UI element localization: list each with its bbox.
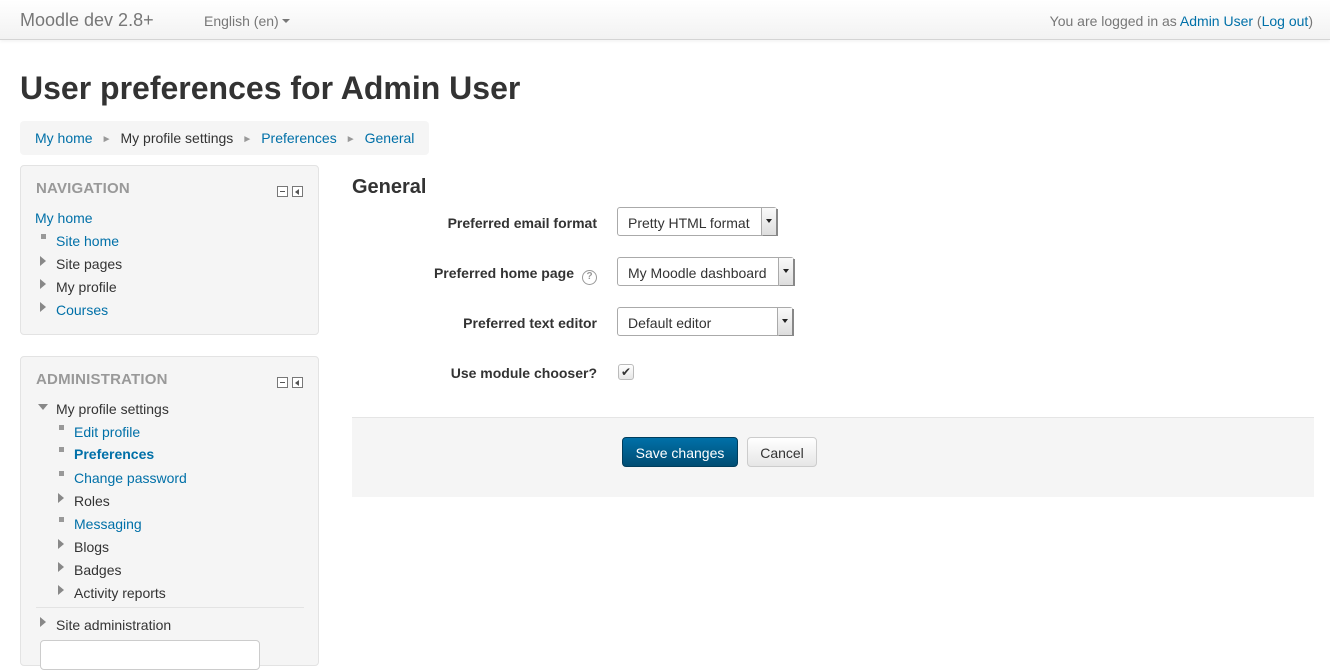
- expand-arrow-icon[interactable]: [58, 562, 64, 572]
- block-controls: [273, 375, 303, 391]
- home-page-select[interactable]: My Moodle dashboard: [617, 257, 794, 286]
- admin-my-profile-settings[interactable]: My profile settings: [56, 401, 169, 417]
- nav-courses[interactable]: Courses: [56, 302, 108, 318]
- bullet-icon: [59, 471, 64, 476]
- module-chooser-label: Use module chooser?: [450, 365, 597, 381]
- language-menu[interactable]: English (en): [204, 13, 290, 29]
- save-changes-button[interactable]: Save changes: [622, 437, 738, 467]
- nav-my-profile[interactable]: My profile: [56, 279, 117, 295]
- logout-open-paren: (: [1253, 13, 1262, 29]
- login-info: You are logged in as Admin User (Log out…: [1050, 13, 1313, 29]
- admin-messaging[interactable]: Messaging: [74, 516, 142, 532]
- expand-arrow-icon[interactable]: [58, 585, 64, 595]
- breadcrumb-separator: ►: [101, 134, 112, 145]
- admin-badges[interactable]: Badges: [74, 562, 121, 578]
- expand-arrow-icon[interactable]: [40, 302, 46, 312]
- home-page-label-row: Preferred home page?: [434, 265, 597, 285]
- dropdown-arrow-icon: [777, 308, 792, 335]
- expand-arrow-icon[interactable]: [58, 493, 64, 503]
- login-prefix: You are logged in as: [1049, 13, 1180, 29]
- dock-block-icon[interactable]: [292, 186, 303, 197]
- admin-preferences[interactable]: Preferences: [74, 446, 154, 462]
- breadcrumb-separator: ►: [242, 134, 253, 145]
- bullet-icon: [59, 517, 64, 522]
- admin-blogs[interactable]: Blogs: [74, 539, 109, 555]
- breadcrumb-my-home[interactable]: My home: [35, 130, 93, 146]
- expand-arrow-icon[interactable]: [40, 279, 46, 289]
- top-navbar: Moodle dev 2.8+ English (en) You are log…: [0, 0, 1330, 40]
- home-page-label: Preferred home page: [433, 265, 574, 281]
- breadcrumb-general[interactable]: General: [365, 130, 415, 146]
- nav-site-pages[interactable]: Site pages: [56, 256, 122, 272]
- collapse-arrow-icon[interactable]: [38, 404, 48, 410]
- email-format-value: Pretty HTML format: [628, 215, 750, 231]
- tree-divider: [36, 607, 304, 608]
- collapse-block-icon[interactable]: [277, 186, 288, 197]
- module-chooser-checkbox[interactable]: ✔: [618, 364, 634, 380]
- text-editor-value: Default editor: [628, 315, 712, 331]
- block-controls: [273, 184, 303, 200]
- dock-block-icon[interactable]: [292, 377, 303, 388]
- collapse-block-icon[interactable]: [277, 377, 288, 388]
- bullet-icon: [59, 425, 64, 430]
- admin-change-password[interactable]: Change password: [74, 470, 187, 486]
- logout-close-paren: ): [1308, 13, 1313, 29]
- admin-site-administration[interactable]: Site administration: [56, 617, 171, 633]
- bullet-icon: [59, 447, 64, 452]
- admin-roles[interactable]: Roles: [74, 493, 110, 509]
- expand-arrow-icon[interactable]: [40, 256, 46, 266]
- admin-edit-profile[interactable]: Edit profile: [74, 424, 140, 440]
- home-page-value: My Moodle dashboard: [628, 265, 767, 281]
- cancel-button[interactable]: Cancel: [747, 437, 817, 467]
- nav-my-home[interactable]: My home: [35, 210, 93, 226]
- navigation-block: NAVIGATION My home Site home Site pages …: [20, 165, 319, 335]
- site-brand[interactable]: Moodle dev 2.8+: [20, 10, 154, 31]
- admin-activity-reports[interactable]: Activity reports: [74, 585, 166, 601]
- nav-site-home[interactable]: Site home: [56, 233, 119, 249]
- email-format-select[interactable]: Pretty HTML format: [617, 207, 777, 236]
- dropdown-arrow-icon: [778, 258, 793, 285]
- breadcrumb-preferences[interactable]: Preferences: [261, 130, 336, 146]
- text-editor-select[interactable]: Default editor: [617, 307, 793, 336]
- email-format-label: Preferred email format: [447, 215, 597, 231]
- navigation-block-title: NAVIGATION: [36, 180, 130, 197]
- page-title: User preferences for Admin User: [20, 70, 521, 106]
- administration-block: ADMINISTRATION My profile settings Edit …: [20, 356, 319, 670]
- language-label: English (en): [204, 13, 279, 29]
- chevron-down-icon: [281, 18, 290, 23]
- help-icon[interactable]: ?: [582, 270, 597, 285]
- admin-search-input[interactable]: [40, 640, 260, 670]
- expand-arrow-icon[interactable]: [40, 617, 46, 627]
- expand-arrow-icon[interactable]: [58, 539, 64, 549]
- breadcrumb: My home ► My profile settings ► Preferences ►…: [20, 121, 430, 155]
- form-actions: [352, 417, 1314, 497]
- text-editor-label: Preferred text editor: [463, 315, 597, 331]
- bullet-icon: [41, 234, 46, 239]
- form-section-title: General: [352, 176, 427, 198]
- breadcrumb-separator: ►: [345, 134, 356, 145]
- logout-link[interactable]: Log out: [1262, 13, 1309, 29]
- administration-block-title: ADMINISTRATION: [36, 371, 168, 388]
- dropdown-arrow-icon: [761, 208, 776, 235]
- breadcrumb-my-profile-settings: My profile settings: [120, 130, 234, 146]
- user-profile-link[interactable]: Admin User: [1180, 13, 1253, 29]
